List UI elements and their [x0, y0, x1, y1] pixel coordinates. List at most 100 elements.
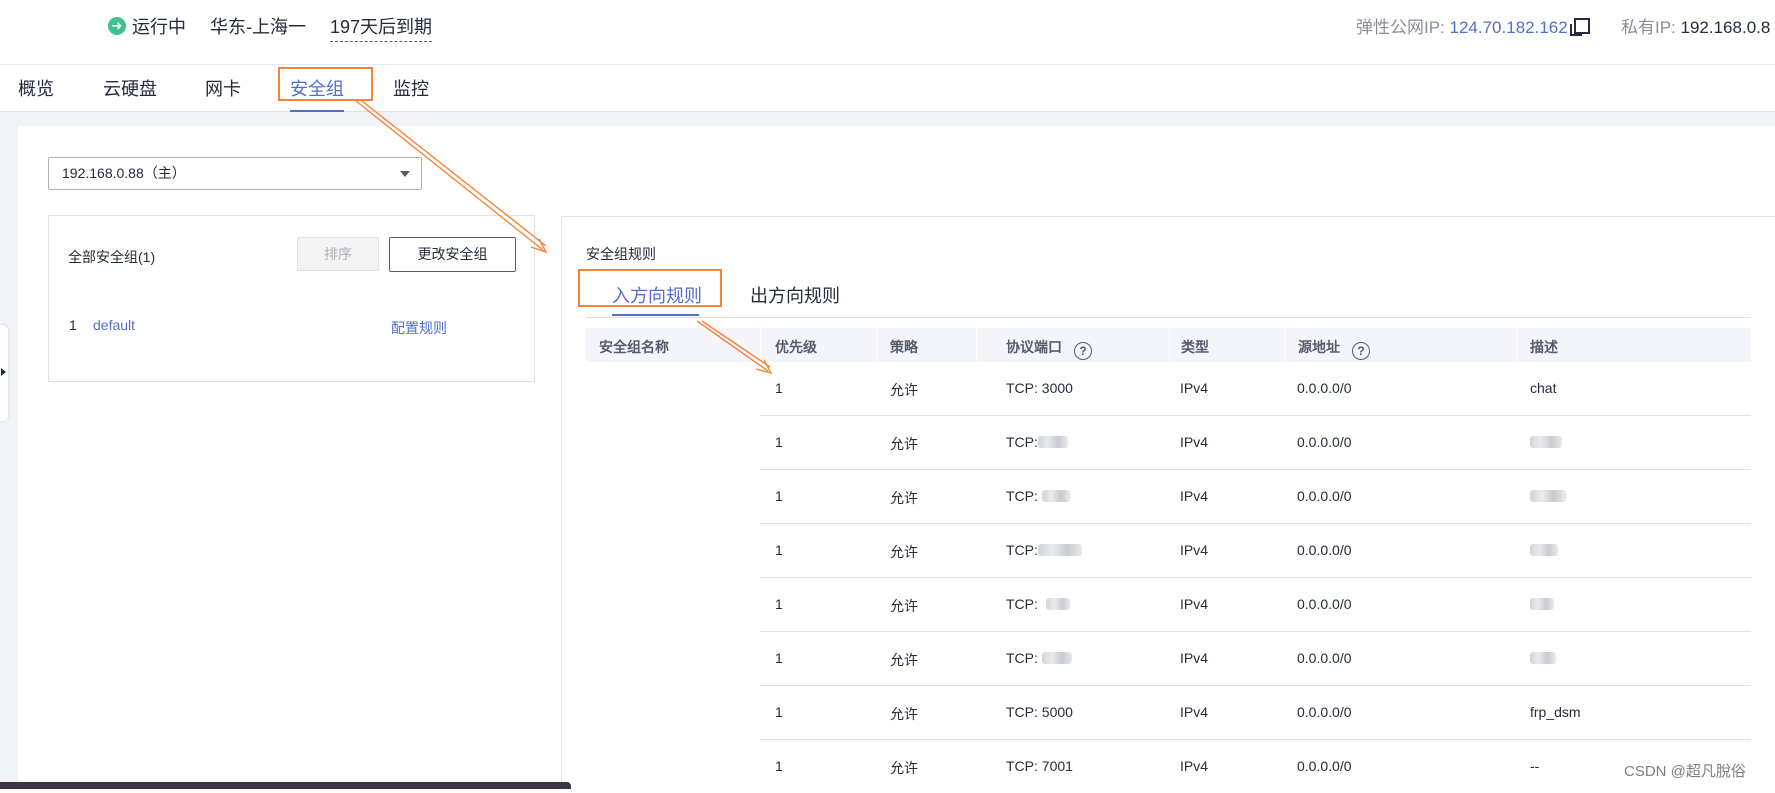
table-row: 1 允许 TCP: IPv4 0.0.0.0/0: [760, 578, 1751, 632]
cell-action: 允许: [890, 490, 918, 506]
cell-action: 允许: [890, 706, 918, 722]
column-header-source: 源地址?: [1298, 337, 1370, 360]
eip-info: 弹性公网IP: 124.70.182.162: [1356, 13, 1590, 38]
redacted-block: [1037, 436, 1068, 448]
cell-port: TCP:: [1006, 650, 1038, 666]
redacted-block: [1530, 544, 1558, 556]
redacted-block: [1530, 652, 1556, 664]
highlight-box-security-tab: [278, 67, 373, 101]
cell-source: 0.0.0.0/0: [1297, 434, 1352, 450]
table-row: 1 允许 TCP: IPv4 0.0.0.0/0: [760, 470, 1751, 524]
tab-divider: [586, 317, 1751, 318]
column-header-action: 策略: [890, 339, 918, 355]
cell-source: 0.0.0.0/0: [1297, 704, 1352, 720]
highlight-box-inbound-tab: [578, 269, 722, 307]
cell-port: TCP:: [1006, 434, 1038, 450]
tab-monitor[interactable]: 监控: [393, 75, 429, 101]
cell-description-redacted: [1530, 434, 1562, 450]
security-group-list: 全部安全组(1) 排序 更改安全组 1 default 配置规则: [48, 215, 535, 382]
cell-description-redacted: [1530, 542, 1558, 558]
security-group-link[interactable]: default: [93, 317, 135, 333]
change-security-group-button[interactable]: 更改安全组: [389, 237, 516, 272]
configure-rules-link[interactable]: 配置规则: [391, 318, 447, 338]
cell-description: --: [1530, 758, 1540, 774]
tab-outbound-rules[interactable]: 出方向规则: [750, 282, 840, 308]
column-separator: [976, 328, 977, 362]
cell-action: 允许: [890, 598, 918, 614]
eip-value[interactable]: 124.70.182.162: [1450, 18, 1568, 37]
cell-port-wrap: TCP:: [1006, 650, 1072, 666]
cell-priority: 1: [775, 758, 783, 774]
cell-priority: 1: [775, 380, 783, 396]
column-header-port-label: 协议端口: [1006, 339, 1062, 355]
cell-port: TCP: 3000: [1006, 380, 1073, 396]
cell-type: IPv4: [1180, 542, 1209, 558]
cell-description: chat: [1530, 380, 1557, 396]
help-icon[interactable]: ?: [1074, 342, 1092, 360]
cell-port-wrap: TCP:: [1006, 488, 1070, 504]
detail-tabs: 概览 云硬盘 网卡 安全组 监控: [0, 65, 1775, 112]
cell-description-redacted: [1530, 650, 1556, 666]
redacted-block: [1041, 490, 1070, 502]
redacted-block: [1530, 490, 1566, 502]
rules-table-header: 安全组名称 优先级 策略 协议端口? 类型 源地址? 描述: [586, 328, 1751, 362]
redacted-block: [1530, 436, 1562, 448]
running-status-icon: ➜: [108, 17, 126, 35]
cell-action: 允许: [890, 544, 918, 560]
cell-priority: 1: [775, 596, 783, 612]
cell-port: TCP: 5000: [1006, 704, 1073, 720]
cell-port-wrap: TCP:: [1006, 542, 1082, 558]
cell-source: 0.0.0.0/0: [1297, 650, 1352, 666]
cell-description-redacted: [1530, 596, 1554, 612]
cell-description: frp_dsm: [1530, 704, 1581, 720]
sort-button[interactable]: 排序: [297, 237, 379, 271]
horizontal-scrollbar[interactable]: [0, 782, 571, 789]
sidebar-toggle[interactable]: [0, 325, 8, 421]
table-row: 1 允许 TCP: 7001 IPv4 0.0.0.0/0 --: [760, 740, 1751, 793]
help-icon[interactable]: ?: [1352, 342, 1370, 360]
tab-overview[interactable]: 概览: [18, 75, 54, 101]
cell-port-wrap: TCP:: [1006, 434, 1068, 450]
cell-port: TCP:: [1006, 596, 1038, 612]
cell-action: 允许: [890, 382, 918, 398]
table-row: 1 允许 TCP: IPv4 0.0.0.0/0: [760, 416, 1751, 470]
column-separator: [1516, 328, 1517, 362]
copy-icon[interactable]: [1569, 18, 1590, 36]
redacted-block: [1045, 598, 1070, 610]
cell-priority: 1: [775, 488, 783, 504]
cell-priority: 1: [775, 434, 783, 450]
cell-port: TCP:: [1006, 542, 1038, 558]
cell-action: 允许: [890, 436, 918, 452]
table-row: 1 允许 TCP: IPv4 0.0.0.0/0: [760, 632, 1751, 686]
instance-header: ➜ 运行中 华东-上海一 197天后到期 弹性公网IP: 124.70.182.…: [0, 0, 1775, 50]
active-tab-underline: [612, 314, 699, 316]
column-header-sg-name: 安全组名称: [599, 339, 669, 355]
status-indicator: ➜ 运行中: [108, 13, 186, 39]
table-row: 1 允许 TCP: IPv4 0.0.0.0/0: [760, 524, 1751, 578]
nic-select[interactable]: 192.168.0.88（主）: [48, 157, 422, 190]
table-row: 1 允许 TCP: 5000 IPv4 0.0.0.0/0 frp_dsm: [760, 686, 1751, 740]
security-group-list-title: 全部安全组(1): [68, 249, 156, 265]
redacted-block: [1037, 544, 1082, 556]
private-ip-value: 192.168.0.8: [1680, 18, 1771, 37]
chevron-down-icon: [400, 171, 410, 177]
cell-source: 0.0.0.0/0: [1297, 596, 1352, 612]
expire-link[interactable]: 197天后到期: [330, 13, 433, 42]
column-header-priority: 优先级: [775, 339, 817, 355]
column-header-description: 描述: [1530, 339, 1558, 355]
redacted-block: [1530, 598, 1554, 610]
column-separator: [876, 328, 877, 362]
private-ip-label: 私有IP:: [1621, 18, 1681, 37]
cell-source: 0.0.0.0/0: [1297, 380, 1352, 396]
cell-type: IPv4: [1180, 488, 1209, 504]
cell-type: IPv4: [1180, 704, 1209, 720]
column-header-port: 协议端口?: [1006, 337, 1092, 360]
cell-type: IPv4: [1180, 596, 1209, 612]
cell-type: IPv4: [1180, 434, 1209, 450]
column-header-source-label: 源地址: [1298, 339, 1340, 355]
cell-description-redacted: [1530, 488, 1566, 504]
tab-nic[interactable]: 网卡: [205, 75, 241, 101]
column-header-type: 类型: [1181, 339, 1209, 355]
tab-disks[interactable]: 云硬盘: [103, 75, 157, 101]
list-item-index: 1: [69, 317, 77, 333]
